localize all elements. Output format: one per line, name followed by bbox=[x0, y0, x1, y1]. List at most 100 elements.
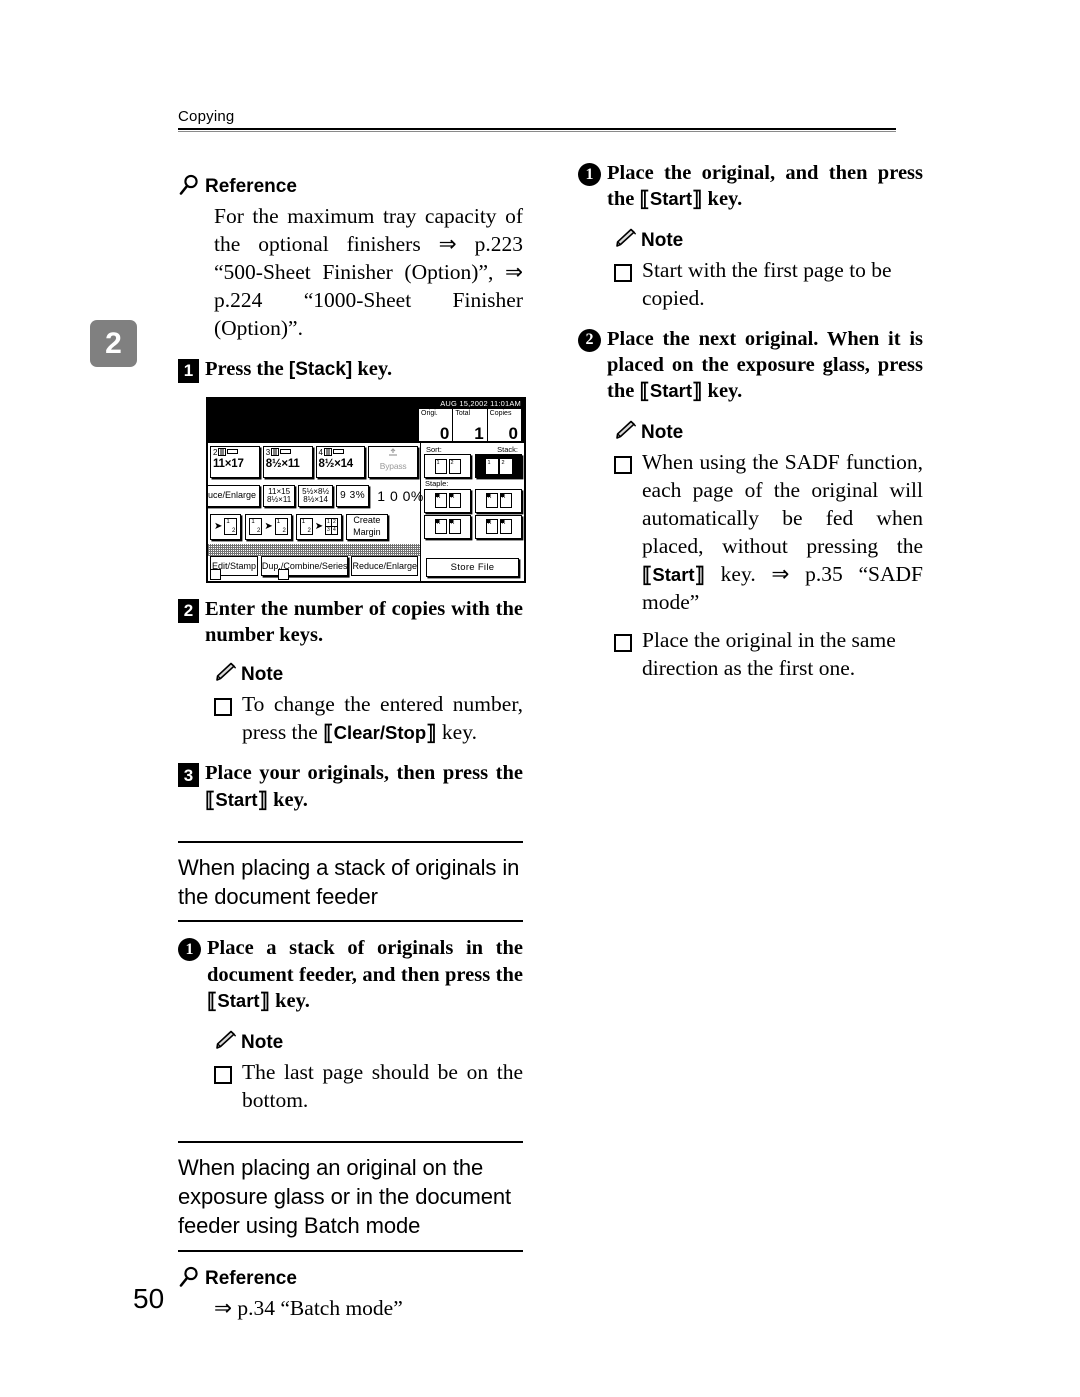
staple-page-letter: R bbox=[450, 520, 455, 527]
counter-original-value: 0 bbox=[439, 423, 450, 443]
paper-tray-3-header: 3 bbox=[266, 447, 310, 458]
note-item-text-b: key. bbox=[436, 720, 477, 745]
staple-position-icon: R bbox=[485, 493, 498, 509]
right-step-2-marker: 2 bbox=[578, 328, 601, 352]
stack-page-icon: 2 bbox=[499, 458, 512, 474]
pencil-icon bbox=[614, 420, 638, 442]
page-preview-number-back: 2 bbox=[307, 528, 311, 535]
arrow-right-icon: ➤ bbox=[264, 520, 273, 532]
sort-page-number: 1 bbox=[436, 459, 440, 466]
note-list-step2: To change the entered number, press the … bbox=[214, 691, 523, 747]
step-3: 3 Place your originals, then press the ⟦… bbox=[178, 760, 523, 814]
staple-bottom-left-button[interactable]: R R bbox=[424, 514, 471, 539]
tab-reduce-enlarge-label: Reduce/Enlarge bbox=[352, 560, 417, 571]
running-head: Copying bbox=[178, 108, 896, 132]
reference-heading-label: Reference bbox=[205, 176, 297, 197]
tab-reduce-enlarge[interactable]: Reduce/Enlarge bbox=[351, 555, 418, 576]
note-list-section1: The last page should be on the bottom. bbox=[214, 1059, 523, 1115]
note-heading-section1-label: Note bbox=[241, 1031, 284, 1053]
staple-position-icon: R bbox=[434, 493, 447, 509]
tray-orientation-icon bbox=[332, 448, 344, 457]
tab-dup-combine-series[interactable]: Dup./Combine/Series bbox=[260, 555, 349, 576]
page-preview-number-back: 2 bbox=[257, 528, 261, 535]
chapter-tab: 2 bbox=[90, 320, 137, 367]
right-note-heading-2-label: Note bbox=[641, 422, 684, 444]
duplex-combine-row: ➤ 12 12 ➤ 12 12 ➤ 1234 Create Margin bbox=[210, 513, 418, 541]
section-rule-top bbox=[178, 1140, 523, 1143]
staple-position-icon: R bbox=[448, 493, 461, 509]
paper-tray-4-button[interactable]: 4 8½×14 bbox=[315, 445, 366, 478]
sort-page-number: 2 bbox=[450, 459, 454, 466]
page-preview-icon: 12 bbox=[274, 518, 288, 536]
lcd-tab-row: Edit/Stamp Dup./Combine/Series Reduce/En… bbox=[210, 555, 418, 576]
pencil-icon bbox=[614, 228, 638, 250]
step-1-text: Press the [Stack] key. bbox=[205, 357, 393, 380]
lcd-main-area: 2 11×17 3 8½×11 4 8½×14 Bypass uce/Enlar… bbox=[208, 443, 423, 581]
page-number: 50 bbox=[133, 1283, 165, 1314]
ratio-preset-1-button[interactable]: 11×15 8½×11 bbox=[263, 484, 296, 507]
paper-tray-2-button[interactable]: 2 11×17 bbox=[210, 445, 260, 478]
lcd-corner-nub-left bbox=[210, 568, 221, 580]
reference-body-batch: ⇒ p.34 “Batch mode” bbox=[214, 1295, 403, 1320]
right-note-list-1: Start with the first page to be copied. bbox=[614, 257, 923, 313]
create-margin-line-1: Create bbox=[353, 515, 381, 526]
combine-four-button[interactable]: 12 ➤ 1234 bbox=[295, 513, 343, 540]
create-margin-button[interactable]: Create Margin bbox=[346, 513, 388, 540]
right-step-1-marker: 1 bbox=[578, 163, 601, 186]
section1-step-1: 1 Place a stack of originals in the docu… bbox=[178, 935, 523, 1015]
counter-total-value: 1 bbox=[474, 423, 484, 443]
ratio-preset-2-button[interactable]: 5½×8½ 8½×14 bbox=[298, 484, 334, 507]
lcd-divider-band bbox=[208, 543, 420, 556]
section1-step-1-text-b: key. bbox=[269, 989, 310, 1012]
staple-page-letter: R bbox=[501, 494, 506, 501]
start-key-label: ⟦Start⟧ bbox=[639, 380, 703, 404]
stack-page-number: 1 bbox=[487, 459, 491, 466]
staple-double-button[interactable]: R R bbox=[475, 514, 522, 539]
staple-label: Staple: bbox=[425, 479, 449, 489]
staple-page-letter: R bbox=[487, 494, 492, 501]
staple-top-right-button[interactable]: R R bbox=[475, 488, 522, 513]
counter-total-label: Total bbox=[455, 409, 471, 417]
right-step-2: 2 Place the next original. When it is pl… bbox=[578, 326, 923, 406]
tray-stack-icon bbox=[323, 447, 332, 458]
counter-original-label: Origi. bbox=[421, 409, 438, 417]
reduce-enlarge-clipped-button[interactable]: uce/Enlarge bbox=[208, 484, 261, 507]
duplex-two-sided-button[interactable]: 12 ➤ 12 bbox=[245, 513, 292, 540]
right-note-heading-1: Note bbox=[614, 228, 923, 250]
duplex-single-button[interactable]: ➤ 12 bbox=[210, 513, 242, 540]
paper-tray-3-button[interactable]: 3 8½×11 bbox=[262, 445, 313, 478]
ratio-row: uce/Enlarge 11×15 8½×11 5½×8½ 8½×14 9 3%… bbox=[208, 484, 423, 508]
right-step-2-text: Place the next original. When it is plac… bbox=[607, 326, 923, 406]
staple-page-letter: R bbox=[501, 520, 506, 527]
stack-button[interactable]: 1 2 bbox=[475, 454, 522, 479]
lcd-datetime: AUG 15,2002 11:01AM bbox=[440, 398, 521, 408]
note-item-text: The last page should be on the bottom. bbox=[242, 1059, 523, 1112]
counter-copies-value: 0 bbox=[508, 423, 518, 443]
ratio-preset-3-button[interactable]: 9 3% bbox=[336, 484, 370, 507]
section-rule-top bbox=[178, 840, 523, 843]
note-item: Start with the first page to be copied. bbox=[614, 257, 923, 313]
reference-heading-batch: Reference bbox=[178, 1266, 523, 1288]
staple-top-left-button[interactable]: R R bbox=[424, 488, 471, 513]
start-key-label: ⟦Start⟧ bbox=[639, 188, 703, 212]
note-bullet-icon bbox=[614, 456, 632, 475]
paper-tray-4-header: 4 bbox=[319, 447, 363, 458]
tab-dup-combine-series-label: Dup./Combine/Series bbox=[261, 560, 348, 571]
lcd-counter-box: Origi. 0 Total 1 Copies 0 bbox=[418, 407, 522, 443]
running-head-rule-secondary bbox=[178, 131, 896, 132]
lcd-finisher-panel: Sort: Stack: 1 2 1 2 Staple: R R R R R R… bbox=[420, 442, 524, 581]
section1-step-1-text: Place a stack of originals in the docume… bbox=[207, 935, 523, 1015]
counter-copies-label: Copies bbox=[489, 409, 512, 417]
store-file-button[interactable]: Store File bbox=[426, 557, 519, 577]
page-preview-number: 1 bbox=[276, 519, 281, 526]
magnifier-icon bbox=[178, 1266, 202, 1288]
staple-row-2: R R R R bbox=[424, 514, 522, 539]
sort-button[interactable]: 1 2 bbox=[424, 454, 471, 479]
right-column: 1 Place the original, and then press the… bbox=[578, 160, 923, 685]
paper-tray-2-number: 2 bbox=[213, 447, 218, 457]
section-heading-batch-mode-title: When placing an original on the exposure… bbox=[178, 1154, 512, 1239]
tray-orientation-icon bbox=[280, 448, 292, 457]
staple-position-icon: R bbox=[499, 493, 512, 509]
staple-page-letter: R bbox=[450, 494, 455, 501]
bypass-tray-button[interactable]: Bypass bbox=[368, 445, 418, 478]
